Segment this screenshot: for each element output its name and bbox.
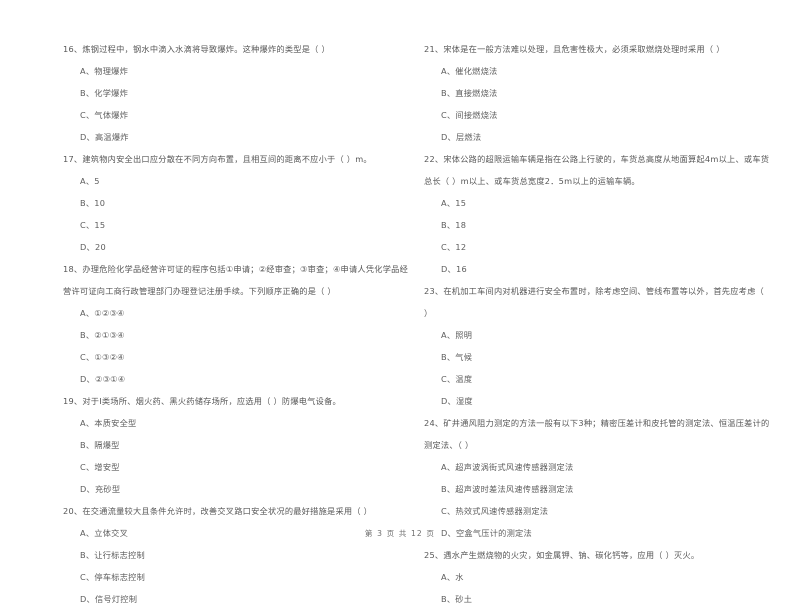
question-22: 22、宋体公路的超限运输车辆是指在公路上行驶的，车货总高度从地面算起4m以上、或… bbox=[424, 148, 774, 280]
question-stem-line2: 营许可证向工商行政管理部门办理登记注册手续。下列顺序正确的是（ ） bbox=[63, 286, 336, 296]
question-stem: 25、遇水产生燃烧物的火灾，如金属钾、钠、碳化钙等，应用（ ）灭火。 bbox=[424, 550, 700, 560]
option-b[interactable]: B、气候 bbox=[441, 346, 774, 368]
question-25: 25、遇水产生燃烧物的火灾，如金属钾、钠、碳化钙等，应用（ ）灭火。 A、水 B… bbox=[424, 544, 774, 610]
question-stem: 20、在交通流量较大且条件允许时，改善交叉路口安全状况的最好措施是采用（ ） bbox=[63, 506, 373, 516]
question-stem: 23、在机加工车间内对机器进行安全布置时，除考虑空间、管线布置等以外，首先应考虑… bbox=[424, 286, 764, 296]
option-c[interactable]: C、增安型 bbox=[80, 456, 413, 478]
option-b[interactable]: B、直接燃烧法 bbox=[441, 82, 774, 104]
question-18: 18、办理危险化学品经营许可证的程序包括①申请；②经审查；③审查；④申请人凭化学… bbox=[63, 258, 413, 390]
option-d[interactable]: D、充砂型 bbox=[80, 478, 413, 500]
right-column: 21、宋体是在一般方法难以处理，且危害性极大，必须采取燃烧处理时采用（ ） A、… bbox=[424, 38, 774, 610]
option-d[interactable]: D、信号灯控制 bbox=[80, 588, 413, 610]
option-a[interactable]: A、催化燃烧法 bbox=[441, 60, 774, 82]
question-stem: 19、对于Ⅰ类场所、烟火药、黑火药储存场所，应选用（ ）防爆电气设备。 bbox=[63, 396, 341, 406]
question-20: 20、在交通流量较大且条件允许时，改善交叉路口安全状况的最好措施是采用（ ） A… bbox=[63, 500, 413, 610]
question-stem: 21、宋体是在一般方法难以处理，且危害性极大，必须采取燃烧处理时采用（ ） bbox=[424, 44, 725, 54]
option-c[interactable]: C、12 bbox=[441, 236, 774, 258]
option-c[interactable]: C、停车标志控制 bbox=[80, 566, 413, 588]
option-c[interactable]: C、①③②④ bbox=[80, 346, 413, 368]
option-d[interactable]: D、16 bbox=[441, 258, 774, 280]
option-d[interactable]: D、20 bbox=[80, 236, 413, 258]
question-columns: 16、炼钢过程中，钢水中滴入水滴将导致爆炸。这种爆炸的类型是（ ） A、物理爆炸… bbox=[0, 38, 800, 610]
left-column: 16、炼钢过程中，钢水中滴入水滴将导致爆炸。这种爆炸的类型是（ ） A、物理爆炸… bbox=[63, 38, 413, 610]
question-stem-line2: 测定法、（ ） bbox=[424, 440, 474, 450]
question-16: 16、炼钢过程中，钢水中滴入水滴将导致爆炸。这种爆炸的类型是（ ） A、物理爆炸… bbox=[63, 38, 413, 148]
option-a[interactable]: A、本质安全型 bbox=[80, 412, 413, 434]
option-d[interactable]: D、高温爆炸 bbox=[80, 126, 413, 148]
option-a[interactable]: A、照明 bbox=[441, 324, 774, 346]
exam-page: 16、炼钢过程中，钢水中滴入水滴将导致爆炸。这种爆炸的类型是（ ） A、物理爆炸… bbox=[0, 0, 800, 604]
question-stem: 17、建筑物内安全出口应分散在不同方向布置，且相互间的距离不应小于（ ）m。 bbox=[63, 154, 372, 164]
option-c[interactable]: C、15 bbox=[80, 214, 413, 236]
question-stem: 16、炼钢过程中，钢水中滴入水滴将导致爆炸。这种爆炸的类型是（ ） bbox=[63, 44, 330, 54]
option-c[interactable]: C、气体爆炸 bbox=[80, 104, 413, 126]
question-stem-line2: ） bbox=[424, 308, 433, 318]
option-d[interactable]: D、湿度 bbox=[441, 390, 774, 412]
question-stem: 22、宋体公路的超限运输车辆是指在公路上行驶的，车货总高度从地面算起4m以上、或… bbox=[424, 154, 770, 164]
option-d[interactable]: D、②③①④ bbox=[80, 368, 413, 390]
option-c[interactable]: C、温度 bbox=[441, 368, 774, 390]
option-d[interactable]: D、层燃法 bbox=[441, 126, 774, 148]
question-23: 23、在机加工车间内对机器进行安全布置时，除考虑空间、管线布置等以外，首先应考虑… bbox=[424, 280, 774, 412]
option-b[interactable]: B、②①③④ bbox=[80, 324, 413, 346]
question-stem: 18、办理危险化学品经营许可证的程序包括①申请；②经审查；③审查；④申请人凭化学… bbox=[63, 264, 409, 274]
option-a[interactable]: A、15 bbox=[441, 192, 774, 214]
question-24: 24、矿井通风阻力测定的方法一般有以下3种；精密压差计和皮托管的测定法、恒温压差… bbox=[424, 412, 774, 544]
option-a[interactable]: A、超声波涡街式风速传感器测定法 bbox=[441, 456, 774, 478]
option-a[interactable]: A、水 bbox=[441, 566, 774, 588]
option-b[interactable]: B、砂土 bbox=[441, 588, 774, 610]
page-footer: 第 3 页 共 12 页 bbox=[364, 529, 436, 538]
question-stem: 24、矿井通风阻力测定的方法一般有以下3种；精密压差计和皮托管的测定法、恒温压差… bbox=[424, 418, 770, 428]
option-a[interactable]: A、物理爆炸 bbox=[80, 60, 413, 82]
option-a[interactable]: A、5 bbox=[80, 170, 413, 192]
option-b[interactable]: B、化学爆炸 bbox=[80, 82, 413, 104]
question-21: 21、宋体是在一般方法难以处理，且危害性极大，必须采取燃烧处理时采用（ ） A、… bbox=[424, 38, 774, 148]
option-b[interactable]: B、10 bbox=[80, 192, 413, 214]
option-b[interactable]: B、18 bbox=[441, 214, 774, 236]
option-a[interactable]: A、①②③④ bbox=[80, 302, 413, 324]
option-c[interactable]: C、热效式风速传感器测定法 bbox=[441, 500, 774, 522]
question-19: 19、对于Ⅰ类场所、烟火药、黑火药储存场所，应选用（ ）防爆电气设备。 A、本质… bbox=[63, 390, 413, 500]
option-b[interactable]: B、让行标志控制 bbox=[80, 544, 413, 566]
question-stem-line2: 总长（ ）m以上、或车货总宽度2．5m以上的运输车辆。 bbox=[424, 176, 640, 186]
option-b[interactable]: B、超声波时差法风速传感器测定法 bbox=[441, 478, 774, 500]
option-b[interactable]: B、隔爆型 bbox=[80, 434, 413, 456]
question-17: 17、建筑物内安全出口应分散在不同方向布置，且相互间的距离不应小于（ ）m。 A… bbox=[63, 148, 413, 258]
option-c[interactable]: C、间接燃烧法 bbox=[441, 104, 774, 126]
